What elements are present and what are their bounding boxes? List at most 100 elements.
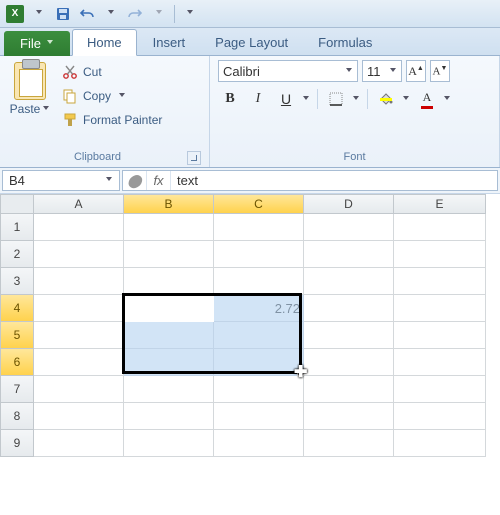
cell-A6[interactable] xyxy=(34,349,124,376)
cell-C3[interactable] xyxy=(214,268,304,295)
tab-insert[interactable]: Insert xyxy=(139,30,200,55)
row-header-2[interactable]: 2 xyxy=(0,241,34,268)
cell-E7[interactable] xyxy=(394,376,486,403)
cell-C5[interactable] xyxy=(214,322,304,349)
cell-D2[interactable] xyxy=(304,241,394,268)
column-header-E[interactable]: E xyxy=(394,194,486,214)
cell-C6[interactable] xyxy=(214,349,304,376)
cell-D8[interactable] xyxy=(304,403,394,430)
copy-button[interactable]: Copy xyxy=(58,86,166,106)
cell-E2[interactable] xyxy=(394,241,486,268)
redo-button[interactable] xyxy=(124,3,146,25)
cell-E9[interactable] xyxy=(394,430,486,457)
qat-customize[interactable] xyxy=(179,3,201,25)
cut-label: Cut xyxy=(83,65,102,79)
insert-function-button[interactable]: fx xyxy=(147,171,171,190)
column-header-C[interactable]: C xyxy=(214,194,304,214)
qat-dropdown[interactable] xyxy=(28,3,50,25)
redo-dropdown[interactable] xyxy=(148,3,170,25)
cell-E8[interactable] xyxy=(394,403,486,430)
paste-button[interactable]: Paste xyxy=(8,60,52,149)
tab-page-layout[interactable]: Page Layout xyxy=(201,30,302,55)
row-header-6[interactable]: 6 xyxy=(0,349,34,376)
cell-E6[interactable] xyxy=(394,349,486,376)
copy-label: Copy xyxy=(83,89,111,103)
select-all-corner[interactable] xyxy=(0,194,34,214)
cell-E1[interactable] xyxy=(394,214,486,241)
font-family-combo[interactable]: Calibri xyxy=(218,60,358,82)
cell-A2[interactable] xyxy=(34,241,124,268)
tab-file[interactable]: File xyxy=(4,31,70,56)
cell-B5[interactable] xyxy=(124,322,214,349)
row-header-9[interactable]: 9 xyxy=(0,430,34,457)
column-header-B[interactable]: B xyxy=(124,194,214,214)
cell-C2[interactable] xyxy=(214,241,304,268)
cell-B9[interactable] xyxy=(124,430,214,457)
cell-E3[interactable] xyxy=(394,268,486,295)
shrink-font-button[interactable]: A▼ xyxy=(430,60,450,82)
cell-D7[interactable] xyxy=(304,376,394,403)
cell-D1[interactable] xyxy=(304,214,394,241)
font-color-dropdown[interactable] xyxy=(443,96,452,103)
cell-C7[interactable] xyxy=(214,376,304,403)
fill-color-dropdown[interactable] xyxy=(402,96,411,103)
column-header-A[interactable]: A xyxy=(34,194,124,214)
row-header-3[interactable]: 3 xyxy=(0,268,34,295)
cell-A9[interactable] xyxy=(34,430,124,457)
borders-dropdown[interactable] xyxy=(352,96,361,103)
row-header-8[interactable]: 8 xyxy=(0,403,34,430)
cell-D5[interactable] xyxy=(304,322,394,349)
tab-home[interactable]: Home xyxy=(72,29,137,56)
cell-C8[interactable] xyxy=(214,403,304,430)
cell-B4[interactable]: text xyxy=(124,295,214,322)
column-header-D[interactable]: D xyxy=(304,194,394,214)
cell-D9[interactable] xyxy=(304,430,394,457)
cell-D4[interactable] xyxy=(304,295,394,322)
row-header-4[interactable]: 4 xyxy=(0,295,34,322)
cell-D6[interactable] xyxy=(304,349,394,376)
save-button[interactable] xyxy=(52,3,74,25)
clipboard-launcher[interactable] xyxy=(187,151,201,165)
cell-A4[interactable] xyxy=(34,295,124,322)
cell-B7[interactable] xyxy=(124,376,214,403)
formula-bar-row: B4 ⬤ fx text xyxy=(0,168,500,194)
cell-D3[interactable] xyxy=(304,268,394,295)
name-box[interactable]: B4 xyxy=(2,170,120,191)
cell-A8[interactable] xyxy=(34,403,124,430)
cell-B2[interactable] xyxy=(124,241,214,268)
undo-icon xyxy=(79,6,95,22)
cell-C1[interactable] xyxy=(214,214,304,241)
cell-A7[interactable] xyxy=(34,376,124,403)
cell-A3[interactable] xyxy=(34,268,124,295)
font-family-value: Calibri xyxy=(223,64,260,79)
cell-A5[interactable] xyxy=(34,322,124,349)
cell-A1[interactable] xyxy=(34,214,124,241)
cell-B8[interactable] xyxy=(124,403,214,430)
cell-B3[interactable] xyxy=(124,268,214,295)
undo-dropdown[interactable] xyxy=(100,3,122,25)
font-size-combo[interactable]: 11 xyxy=(362,60,402,82)
underline-dropdown[interactable] xyxy=(302,96,311,103)
cell-B1[interactable] xyxy=(124,214,214,241)
underline-button[interactable]: U xyxy=(274,88,298,110)
cell-B6[interactable] xyxy=(124,349,214,376)
tab-formulas[interactable]: Formulas xyxy=(304,30,386,55)
cell-E4[interactable] xyxy=(394,295,486,322)
formula-bar[interactable]: text xyxy=(171,173,497,188)
cancel-entry-button[interactable]: ⬤ xyxy=(123,171,147,190)
font-color-button[interactable]: A xyxy=(415,88,439,110)
undo-button[interactable] xyxy=(76,3,98,25)
bold-button[interactable]: B xyxy=(218,88,242,110)
borders-button[interactable] xyxy=(324,88,348,110)
cell-E5[interactable] xyxy=(394,322,486,349)
cut-button[interactable]: Cut xyxy=(58,62,166,82)
grow-font-button[interactable]: A▲ xyxy=(406,60,426,82)
format-painter-button[interactable]: Format Painter xyxy=(58,110,166,130)
cell-C4[interactable]: 2.72 xyxy=(214,295,304,322)
italic-button[interactable]: I xyxy=(246,88,270,110)
fill-color-button[interactable] xyxy=(374,88,398,110)
row-header-5[interactable]: 5 xyxy=(0,322,34,349)
row-header-7[interactable]: 7 xyxy=(0,376,34,403)
cell-C9[interactable] xyxy=(214,430,304,457)
row-header-1[interactable]: 1 xyxy=(0,214,34,241)
